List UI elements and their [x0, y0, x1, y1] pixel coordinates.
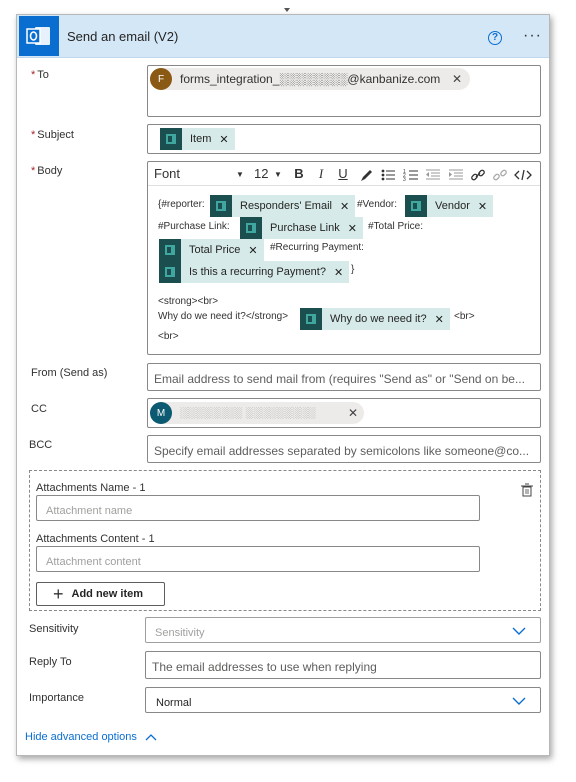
- to-field[interactable]: F forms_integration_░░░░░░░░@kanbanize.c…: [147, 65, 541, 117]
- remove-token-icon[interactable]: ✕: [340, 200, 349, 213]
- body-toolbar: Font ▼ 12 ▼ B I U 123: [148, 162, 540, 186]
- remove-token-icon[interactable]: ✕: [435, 313, 444, 326]
- bcc-input[interactable]: Specify email addresses separated by sem…: [147, 435, 541, 463]
- body-label: * Body: [31, 165, 63, 177]
- forms-icon: [210, 195, 232, 217]
- subject-token[interactable]: Item ✕: [160, 128, 235, 150]
- sensitivity-dropdown[interactable]: Sensitivity: [145, 617, 541, 643]
- cc-label: CC: [31, 403, 47, 415]
- chevron-down-icon: [512, 627, 526, 635]
- card-header[interactable]: Send an email (V2) ? ···: [17, 15, 549, 58]
- to-recipient-chip[interactable]: F forms_integration_░░░░░░░░@kanbanize.c…: [150, 68, 470, 90]
- reply-to-label: Reply To: [29, 656, 72, 668]
- hide-advanced-options-link[interactable]: Hide advanced options: [25, 731, 157, 743]
- token-vendor[interactable]: Vendor ✕: [405, 195, 494, 217]
- outlook-icon: [19, 16, 59, 56]
- body-text-strong: <strong><br>: [158, 296, 219, 307]
- remove-token-icon[interactable]: ✕: [219, 133, 228, 146]
- cc-recipient-chip[interactable]: M ░░░░░░░░ ░░░░░░░░░ ✕: [150, 402, 364, 424]
- body-text-reporter: {#reporter:: [158, 199, 205, 210]
- forms-icon: [240, 217, 262, 239]
- remove-token-icon[interactable]: ✕: [478, 200, 487, 213]
- attachment-content-label: Attachments Content - 1: [36, 533, 155, 545]
- attachment-name-input[interactable]: Attachment name: [36, 495, 480, 521]
- remove-recipient-icon[interactable]: ✕: [452, 72, 462, 86]
- svg-text:3: 3: [403, 177, 406, 183]
- font-select[interactable]: Font ▼: [154, 166, 244, 184]
- cc-recipient-email: ░░░░░░░░ ░░░░░░░░░: [180, 407, 316, 419]
- decrease-indent-icon[interactable]: [425, 166, 441, 184]
- body-text-close: }: [351, 264, 355, 275]
- italic-button[interactable]: I: [314, 166, 328, 184]
- to-label: * To: [31, 69, 49, 81]
- card-title: Send an email (V2): [67, 29, 179, 44]
- unlink-icon[interactable]: [492, 166, 508, 184]
- body-text-br2: <br>: [158, 331, 179, 342]
- sensitivity-label: Sensitivity: [29, 623, 79, 635]
- underline-button[interactable]: U: [336, 166, 350, 184]
- body-text-recurring: #Recurring Payment:: [270, 242, 364, 253]
- attachment-content-input[interactable]: Attachment content: [36, 546, 480, 572]
- more-options-icon[interactable]: ···: [523, 27, 542, 45]
- attachments-group: Attachments Name - 1 Attachment name Att…: [29, 470, 541, 611]
- font-size-select[interactable]: 12 ▼: [254, 166, 286, 184]
- forms-icon: [159, 239, 181, 261]
- forms-icon: [160, 128, 182, 150]
- delete-item-icon[interactable]: [520, 483, 534, 497]
- add-new-item-button[interactable]: + Add new item: [36, 582, 165, 606]
- chevron-up-icon: [145, 734, 157, 741]
- forms-icon: [405, 195, 427, 217]
- bcc-label: BCC: [29, 439, 53, 451]
- forms-icon: [159, 261, 181, 283]
- avatar: M: [150, 402, 172, 424]
- avatar: F: [150, 68, 172, 90]
- body-text-total: #Total Price:: [368, 221, 424, 232]
- remove-recipient-icon[interactable]: ✕: [348, 406, 358, 420]
- importance-dropdown[interactable]: Normal: [145, 687, 541, 713]
- body-text-why: Why do we need it?</strong>: [158, 311, 289, 322]
- body-text-br1: <br>: [454, 311, 475, 322]
- help-icon[interactable]: ?: [488, 31, 502, 45]
- from-input[interactable]: Email address to send mail from (require…: [147, 363, 541, 391]
- attachment-name-label: Attachments Name - 1: [36, 482, 146, 494]
- body-editor[interactable]: Font ▼ 12 ▼ B I U 123 {#reporter: Responde…: [147, 161, 541, 355]
- remove-token-icon[interactable]: ✕: [334, 266, 343, 279]
- subject-field[interactable]: Item ✕: [147, 124, 541, 154]
- cc-field[interactable]: M ░░░░░░░░ ░░░░░░░░░ ✕: [147, 398, 541, 428]
- body-text-vendor: #Vendor:: [357, 199, 398, 210]
- plus-icon: +: [53, 583, 64, 604]
- numbered-list-icon[interactable]: 123: [403, 166, 419, 184]
- token-total-price[interactable]: Total Price ✕: [159, 239, 264, 261]
- importance-label: Importance: [29, 692, 85, 704]
- to-recipient-email: forms_integration_░░░░░░░░@kanbanize.com: [180, 72, 441, 86]
- pen-icon[interactable]: [359, 166, 373, 184]
- code-view-icon[interactable]: [514, 166, 532, 184]
- token-why-need[interactable]: Why do we need it? ✕: [300, 308, 450, 330]
- reply-to-input[interactable]: The email addresses to use when replying: [145, 651, 541, 679]
- increase-indent-icon[interactable]: [448, 166, 464, 184]
- link-icon[interactable]: [470, 166, 486, 184]
- remove-token-icon[interactable]: ✕: [248, 244, 257, 257]
- chevron-down-icon: [512, 697, 526, 705]
- subject-label: * Subject: [31, 129, 74, 141]
- bold-button[interactable]: B: [292, 166, 306, 184]
- bulleted-list-icon[interactable]: [380, 166, 396, 184]
- forms-icon: [300, 308, 322, 330]
- token-recurring-payment[interactable]: Is this a recurring Payment? ✕: [159, 261, 350, 283]
- remove-token-icon[interactable]: ✕: [348, 222, 357, 235]
- token-purchase-link[interactable]: Purchase Link ✕: [240, 217, 363, 239]
- action-card: Send an email (V2) ? ··· * To F forms_int…: [16, 14, 550, 756]
- body-text-purchase: #Purchase Link:: [158, 221, 230, 232]
- token-responders-email[interactable]: Responders' Email ✕: [210, 195, 356, 217]
- from-label: From (Send as): [31, 367, 108, 379]
